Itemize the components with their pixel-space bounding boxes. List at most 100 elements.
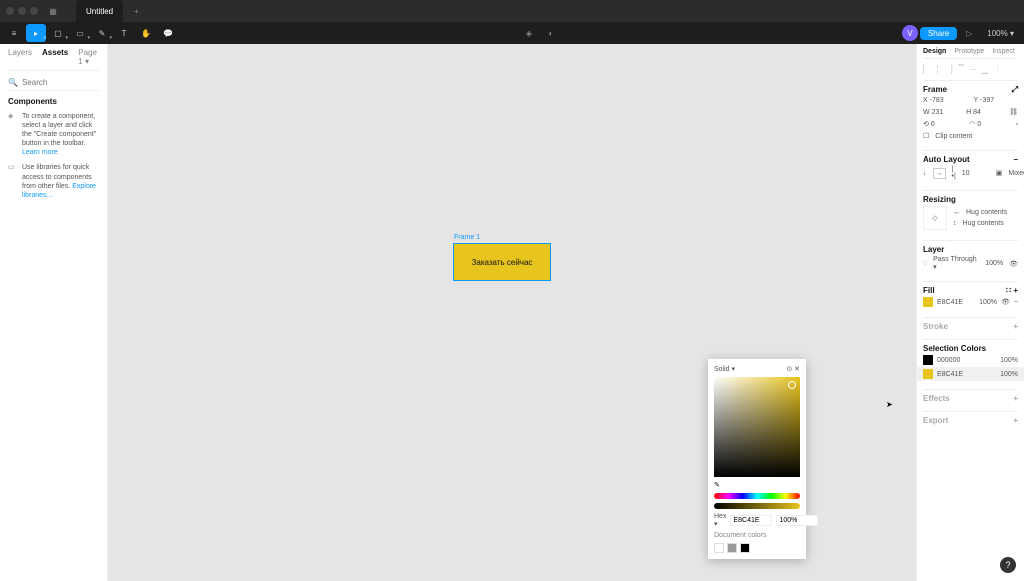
clip-checkbox[interactable]: ☐ xyxy=(923,132,929,140)
saturation-value-field[interactable] xyxy=(714,377,800,477)
main: Layers Assets Page 1 ▾ 🔍 ▤ ▭ Components … xyxy=(0,44,1024,581)
hue-slider[interactable] xyxy=(714,493,800,499)
tab-prototype[interactable]: Prototype xyxy=(954,48,984,55)
doc-swatch-gray[interactable] xyxy=(727,543,737,553)
add-effect-icon[interactable]: + xyxy=(1013,394,1018,403)
component-tool-icon[interactable]: ◈ xyxy=(519,24,539,42)
doc-swatch-white[interactable] xyxy=(714,543,724,553)
distribute-icon[interactable]: ⋮ xyxy=(994,65,1002,74)
y-input[interactable] xyxy=(980,97,1008,104)
style-icon[interactable]: ∷ xyxy=(1006,286,1011,295)
add-fill-icon[interactable]: + xyxy=(1013,286,1018,295)
x-input[interactable] xyxy=(930,97,958,104)
doc-swatch-black[interactable] xyxy=(740,543,750,553)
selcolor-pct-0: 100% xyxy=(1000,357,1018,364)
selcolor-row-0[interactable]: 000000 100% xyxy=(923,353,1018,367)
align-right-icon[interactable]: ▕ xyxy=(946,65,952,74)
layer-title: Layer xyxy=(923,245,944,254)
alpha-slider[interactable] xyxy=(714,503,800,509)
remove-fill-icon[interactable]: − xyxy=(1014,299,1018,306)
figma-menu-icon[interactable]: ▦ xyxy=(43,2,63,20)
color-mode-select[interactable]: Solid ▾ xyxy=(714,365,735,373)
close-window-icon[interactable] xyxy=(6,7,14,15)
visibility-icon[interactable]: 👁 xyxy=(1009,260,1018,268)
fit-icon[interactable]: ⤢ xyxy=(1012,85,1018,95)
gap-input[interactable] xyxy=(962,170,990,177)
search-icon: 🔍 xyxy=(8,78,18,87)
minimize-window-icon[interactable] xyxy=(18,7,26,15)
add-export-icon[interactable]: + xyxy=(1013,416,1018,425)
gap-icon: |•| xyxy=(952,166,956,180)
help-button[interactable]: ? xyxy=(1000,557,1016,573)
share-button[interactable]: Share xyxy=(920,27,957,40)
search-input[interactable] xyxy=(22,78,108,87)
remove-autolayout-icon[interactable]: − xyxy=(1013,155,1018,164)
move-tool[interactable]: ▸▾ xyxy=(26,24,46,42)
hex-input[interactable] xyxy=(730,515,772,526)
file-tab[interactable]: Untitled xyxy=(76,0,123,22)
resizing-diagram-icon[interactable]: ◇ xyxy=(923,206,947,230)
fill-title: Fill xyxy=(923,286,935,295)
padding-input[interactable] xyxy=(1008,170,1024,177)
visibility-icon[interactable]: 👁 xyxy=(1001,298,1010,306)
direction-down-icon[interactable]: ↓ xyxy=(923,170,927,177)
page-selector[interactable]: Page 1 ▾ xyxy=(78,48,99,66)
mask-tool-icon[interactable]: ◐ xyxy=(541,24,561,42)
color-mode-label: Solid xyxy=(714,366,730,373)
close-icon[interactable]: ✕ xyxy=(794,366,800,373)
selcolor-swatch-0[interactable] xyxy=(923,355,933,365)
align-hcenter-icon[interactable]: ╎ xyxy=(935,65,940,74)
fill-hex[interactable]: E8C41E xyxy=(937,299,963,306)
tab-design[interactable]: Design xyxy=(923,48,946,55)
blend-mode-select[interactable]: Pass Through ▾ xyxy=(933,256,979,271)
eyedropper-icon[interactable]: ✎ xyxy=(714,481,800,489)
w-input[interactable] xyxy=(932,109,960,116)
selcolor-row-1[interactable]: E8C41E 100% xyxy=(917,367,1024,381)
present-icon[interactable]: ▷ xyxy=(959,24,979,42)
canvas[interactable]: Frame 1 Заказать сейчас ➤ Solid ▾ ⊙ ✕ ✎ xyxy=(108,44,916,581)
pen-tool[interactable]: ✎▾ xyxy=(92,24,112,42)
maximize-window-icon[interactable] xyxy=(30,7,38,15)
h-input[interactable] xyxy=(973,109,1001,116)
frame-tool[interactable]: ▢▾ xyxy=(48,24,68,42)
assets-search[interactable]: 🔍 ▤ ▭ xyxy=(8,75,99,91)
layer-opacity[interactable]: 100% xyxy=(985,260,1003,267)
corners-icon[interactable]: ▫ xyxy=(1016,121,1018,128)
tab-assets[interactable]: Assets xyxy=(42,48,68,66)
stroke-section: Stroke+ xyxy=(923,317,1018,335)
constrain-icon[interactable]: ⛓ xyxy=(1009,108,1018,116)
add-stroke-icon[interactable]: + xyxy=(1013,322,1018,331)
h-resize-icon: ↔ xyxy=(953,209,960,216)
opacity-input[interactable] xyxy=(776,515,818,526)
align-bottom-icon[interactable]: ▁ xyxy=(982,65,988,74)
align-left-icon[interactable]: ▏ xyxy=(923,65,929,74)
shape-tool[interactable]: ▭▾ xyxy=(70,24,90,42)
avatar[interactable]: V xyxy=(902,25,918,41)
zoom-display[interactable]: 100% ▾ xyxy=(981,29,1020,38)
text-tool[interactable]: T xyxy=(114,24,134,42)
rotation-input[interactable] xyxy=(931,121,959,128)
frame-section: Frame⤢ X Y W H ⛓ ⟲ ◠ ▫ ☐Clip content xyxy=(923,80,1018,146)
sv-cursor[interactable] xyxy=(788,381,796,389)
selcolor-swatch-1[interactable] xyxy=(923,369,933,379)
new-tab-button[interactable]: + xyxy=(128,7,145,16)
align-top-icon[interactable]: ▔ xyxy=(958,65,964,74)
frame-1[interactable]: Заказать сейчас xyxy=(454,244,550,280)
color-format-select[interactable]: Hex ▾ xyxy=(714,513,726,528)
tab-layers[interactable]: Layers xyxy=(8,48,32,66)
autolayout-section: Auto Layout− ↓ → |•| ▣ ▫ xyxy=(923,150,1018,186)
frame-label[interactable]: Frame 1 xyxy=(454,234,480,241)
radius-input[interactable] xyxy=(977,121,1005,128)
tab-inspect[interactable]: Inspect xyxy=(992,48,1015,55)
direction-right-icon[interactable]: → xyxy=(933,168,946,179)
comment-tool[interactable]: 💬 xyxy=(158,24,178,42)
fill-swatch[interactable] xyxy=(923,297,933,307)
fill-opacity[interactable]: 100% xyxy=(979,299,997,306)
align-vcenter-icon[interactable]: ─ xyxy=(970,65,976,74)
learn-more-link[interactable]: Learn more xyxy=(22,149,58,156)
main-menu-icon[interactable]: ≡ xyxy=(4,24,24,42)
hand-tool[interactable]: ✋ xyxy=(136,24,156,42)
v-resize-mode[interactable]: Hug contents xyxy=(963,220,1004,227)
h-resize-mode[interactable]: Hug contents xyxy=(966,209,1007,216)
blend-icon[interactable]: ⊙ xyxy=(786,366,792,373)
